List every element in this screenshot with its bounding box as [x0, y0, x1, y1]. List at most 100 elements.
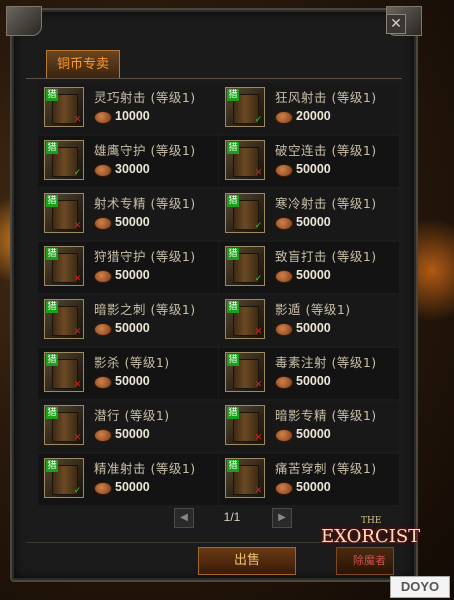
hunter-tag-icon: 猎: [46, 195, 58, 207]
skill-item[interactable]: 猎 ✕ 射术专精 (等级1) 50000: [38, 189, 218, 240]
skill-row: 猎 ✓ 雄鹰守护 (等级1) 30000 猎 ✕ 破空连击 (等级1) 50000: [38, 136, 400, 189]
skill-item[interactable]: 猎 ✓ 精准射击 (等级1) 50000: [38, 454, 218, 505]
skill-price: 50000: [115, 215, 150, 229]
skill-name: 精准射击 (等级1): [94, 461, 196, 476]
skill-book-icon[interactable]: 猎 ✕: [225, 299, 265, 339]
skill-item[interactable]: 猎 ✕ 影杀 (等级1) 50000: [38, 348, 218, 399]
copper-coin-icon: [275, 482, 293, 495]
skill-item[interactable]: 猎 ✕ 影遁 (等级1) 50000: [219, 295, 399, 346]
skill-price: 50000: [296, 268, 331, 282]
logo-subtitle: 除魔者: [353, 554, 386, 567]
hunter-tag-icon: 猎: [46, 89, 58, 101]
hunter-tag-icon: 猎: [227, 301, 239, 313]
skill-book-icon[interactable]: 猎 ✕: [225, 458, 265, 498]
skill-price: 50000: [115, 374, 150, 388]
skill-price: 50000: [296, 480, 331, 494]
skill-item[interactable]: 猎 ✕ 破空连击 (等级1) 50000: [219, 136, 399, 187]
copper-coin-icon: [94, 323, 112, 336]
cross-icon: ✕: [73, 380, 82, 390]
skill-book-icon[interactable]: 猎 ✓: [44, 458, 84, 498]
skill-book-icon[interactable]: 猎 ✕: [44, 87, 84, 127]
skill-book-icon[interactable]: 猎 ✕: [44, 352, 84, 392]
skill-book-icon[interactable]: 猎 ✕: [225, 140, 265, 180]
skill-price: 50000: [115, 321, 150, 335]
game-logo: THE EXORCIST 除魔者: [317, 516, 435, 580]
logo-the: THE: [361, 516, 382, 526]
skill-item[interactable]: 猎 ✕ 暗影之刺 (等级1) 50000: [38, 295, 218, 346]
skill-item[interactable]: 猎 ✕ 毒素注射 (等级1) 50000: [219, 348, 399, 399]
cross-icon: ✕: [73, 221, 82, 231]
skill-item[interactable]: 猎 ✕ 痛苦穿刺 (等级1) 50000: [219, 454, 399, 505]
skill-name: 狂风射击 (等级1): [275, 90, 377, 105]
skill-price: 10000: [115, 109, 150, 123]
skill-item[interactable]: 猎 ✕ 狩猎守护 (等级1) 50000: [38, 242, 218, 293]
copper-coin-icon: [275, 164, 293, 177]
check-icon: ✓: [73, 486, 82, 496]
check-icon: ✓: [254, 115, 263, 125]
skill-book-icon[interactable]: 猎 ✕: [44, 193, 84, 233]
frame-ornament-left: [6, 6, 42, 36]
skill-name: 寒冷射击 (等级1): [275, 196, 377, 211]
skill-price: 50000: [115, 427, 150, 441]
skill-book-icon[interactable]: 猎 ✕: [225, 352, 265, 392]
check-icon: ✓: [73, 168, 82, 178]
copper-coin-icon: [94, 376, 112, 389]
skill-name: 痛苦穿刺 (等级1): [275, 461, 377, 476]
cross-icon: ✕: [254, 433, 263, 443]
tab-strip: 铜币专卖: [26, 42, 402, 79]
skill-book-icon[interactable]: 猎 ✕: [44, 405, 84, 445]
copper-coin-icon: [94, 164, 112, 177]
copper-coin-icon: [94, 217, 112, 230]
skill-price: 50000: [296, 215, 331, 229]
skill-item[interactable]: 猎 ✕ 暗影专精 (等级1) 50000: [219, 401, 399, 452]
skill-price: 50000: [115, 268, 150, 282]
next-page-button[interactable]: ▶: [272, 508, 292, 528]
skill-name: 暗影专精 (等级1): [275, 408, 377, 423]
cross-icon: ✕: [73, 115, 82, 125]
check-icon: ✓: [254, 221, 263, 231]
skill-book-icon[interactable]: 猎 ✕: [225, 405, 265, 445]
skill-row: 猎 ✕ 潜行 (等级1) 50000 猎 ✕ 暗影专精 (等级1) 50000: [38, 401, 400, 454]
cross-icon: ✕: [254, 327, 263, 337]
skill-price: 20000: [296, 109, 331, 123]
skill-book-icon[interactable]: 猎 ✕: [44, 299, 84, 339]
copper-coin-icon: [94, 270, 112, 283]
skill-book-icon[interactable]: 猎 ✓: [44, 140, 84, 180]
hunter-tag-icon: 猎: [46, 301, 58, 313]
hunter-tag-icon: 猎: [227, 195, 239, 207]
page-indicator: 1/1: [223, 510, 241, 524]
copper-coin-icon: [275, 270, 293, 283]
skill-name: 射术专精 (等级1): [94, 196, 196, 211]
close-button[interactable]: ✕: [386, 14, 406, 34]
skill-book-icon[interactable]: 猎 ✓: [225, 87, 265, 127]
prev-page-button[interactable]: ◀: [174, 508, 194, 528]
hunter-tag-icon: 猎: [46, 407, 58, 419]
skill-item[interactable]: 猎 ✕ 灵巧射击 (等级1) 10000: [38, 83, 218, 134]
copper-coin-icon: [275, 376, 293, 389]
cross-icon: ✕: [73, 274, 82, 284]
hunter-tag-icon: 猎: [46, 460, 58, 472]
cross-icon: ✕: [73, 433, 82, 443]
skill-name: 毒素注射 (等级1): [275, 355, 377, 370]
skill-book-icon[interactable]: 猎 ✓: [225, 193, 265, 233]
skill-item[interactable]: 猎 ✓ 致盲打击 (等级1) 50000: [219, 242, 399, 293]
tab-copper-shop[interactable]: 铜币专卖: [46, 50, 121, 78]
skill-name: 影杀 (等级1): [94, 355, 170, 370]
cross-icon: ✕: [254, 380, 263, 390]
hunter-tag-icon: 猎: [227, 354, 239, 366]
cross-icon: ✕: [254, 168, 263, 178]
skill-price: 50000: [296, 374, 331, 388]
skill-book-icon[interactable]: 猎 ✕: [44, 246, 84, 286]
sell-button[interactable]: 出售: [198, 547, 296, 575]
copper-coin-icon: [94, 429, 112, 442]
skill-item[interactable]: 猎 ✕ 潜行 (等级1) 50000: [38, 401, 218, 452]
skill-item[interactable]: 猎 ✓ 雄鹰守护 (等级1) 30000: [38, 136, 218, 187]
hunter-tag-icon: 猎: [227, 248, 239, 260]
skill-item[interactable]: 猎 ✓ 寒冷射击 (等级1) 50000: [219, 189, 399, 240]
skill-book-icon[interactable]: 猎 ✓: [225, 246, 265, 286]
hunter-tag-icon: 猎: [227, 460, 239, 472]
skill-item[interactable]: 猎 ✓ 狂风射击 (等级1) 20000: [219, 83, 399, 134]
cross-icon: ✕: [254, 486, 263, 496]
logo-title: EXORCIST: [321, 526, 421, 547]
skill-price: 50000: [296, 321, 331, 335]
